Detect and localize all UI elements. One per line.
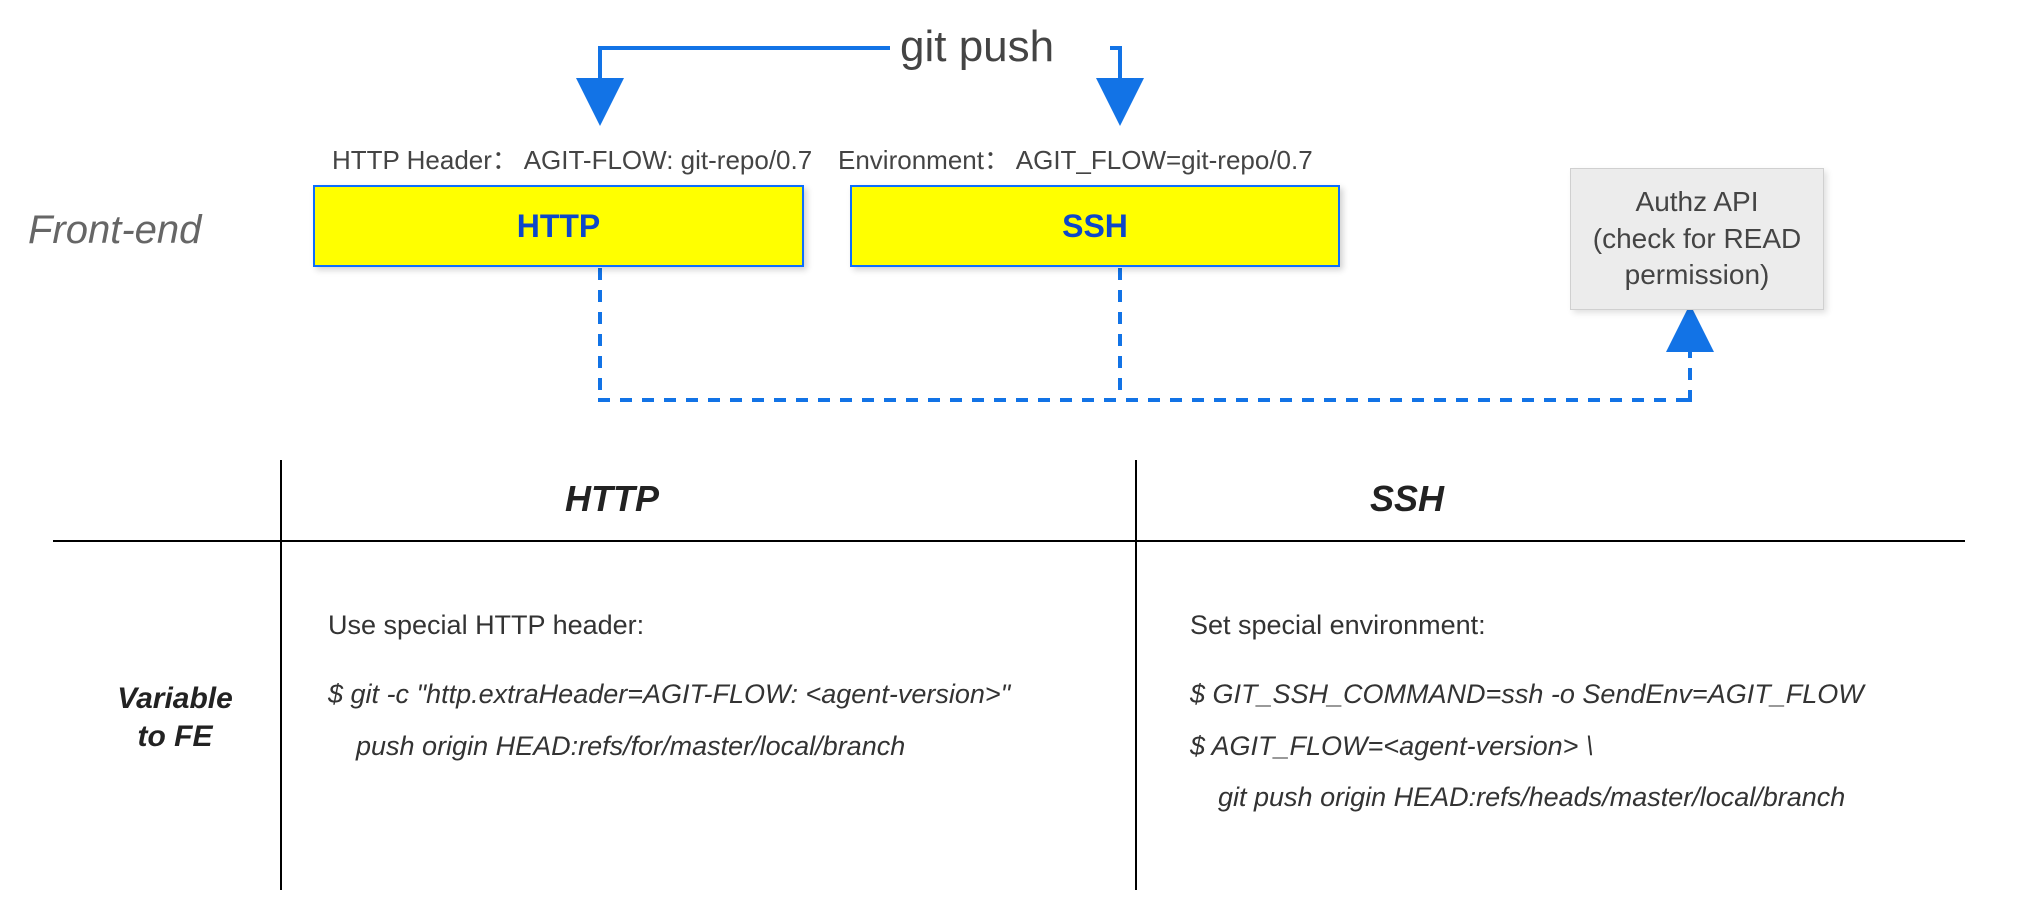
http-box: HTTP (313, 185, 804, 267)
table-hline (53, 540, 1965, 542)
http-box-label: HTTP (517, 208, 601, 245)
git-push-label: git push (900, 22, 1054, 72)
env-label: Environment： AGIT_FLOW=git-repo/0.7 (838, 140, 1313, 177)
http-header-label: HTTP Header： AGIT-FLOW: git-repo/0.7 (332, 140, 812, 177)
col-header-http: HTTP (565, 478, 659, 520)
ssh-cell: Set special environment: $ GIT_SSH_COMMA… (1190, 600, 1980, 823)
row-label-line1: Variable (117, 682, 233, 715)
ssh-cell-line3: git push origin HEAD:refs/heads/master/l… (1190, 772, 1980, 823)
authz-line1: Authz API (1593, 184, 1802, 220)
ssh-cell-intro: Set special environment: (1190, 610, 1486, 640)
ssh-cell-line2: $ AGIT_FLOW=<agent-version> \ (1190, 721, 1980, 772)
ssh-box-label: SSH (1062, 208, 1128, 245)
http-cell-line2: push origin HEAD:refs/for/master/local/b… (328, 721, 1108, 772)
authz-line3: permission) (1593, 257, 1802, 293)
table-vline-left (280, 460, 282, 890)
authz-line2: (check for READ (1593, 221, 1802, 257)
front-end-label: Front-end (28, 208, 201, 253)
row-label: Variable to FE (100, 680, 250, 755)
ssh-cell-line1: $ GIT_SSH_COMMAND=ssh -o SendEnv=AGIT_FL… (1190, 669, 1980, 720)
row-label-line2: to FE (138, 720, 213, 753)
table-vline-mid (1135, 460, 1137, 890)
http-cell: Use special HTTP header: $ git -c "http.… (328, 600, 1108, 772)
col-header-ssh: SSH (1370, 478, 1444, 520)
http-cell-intro: Use special HTTP header: (328, 610, 644, 640)
http-cell-line1: $ git -c "http.extraHeader=AGIT-FLOW: <a… (328, 669, 1108, 720)
authz-box: Authz API (check for READ permission) (1570, 168, 1824, 310)
ssh-box: SSH (850, 185, 1340, 267)
